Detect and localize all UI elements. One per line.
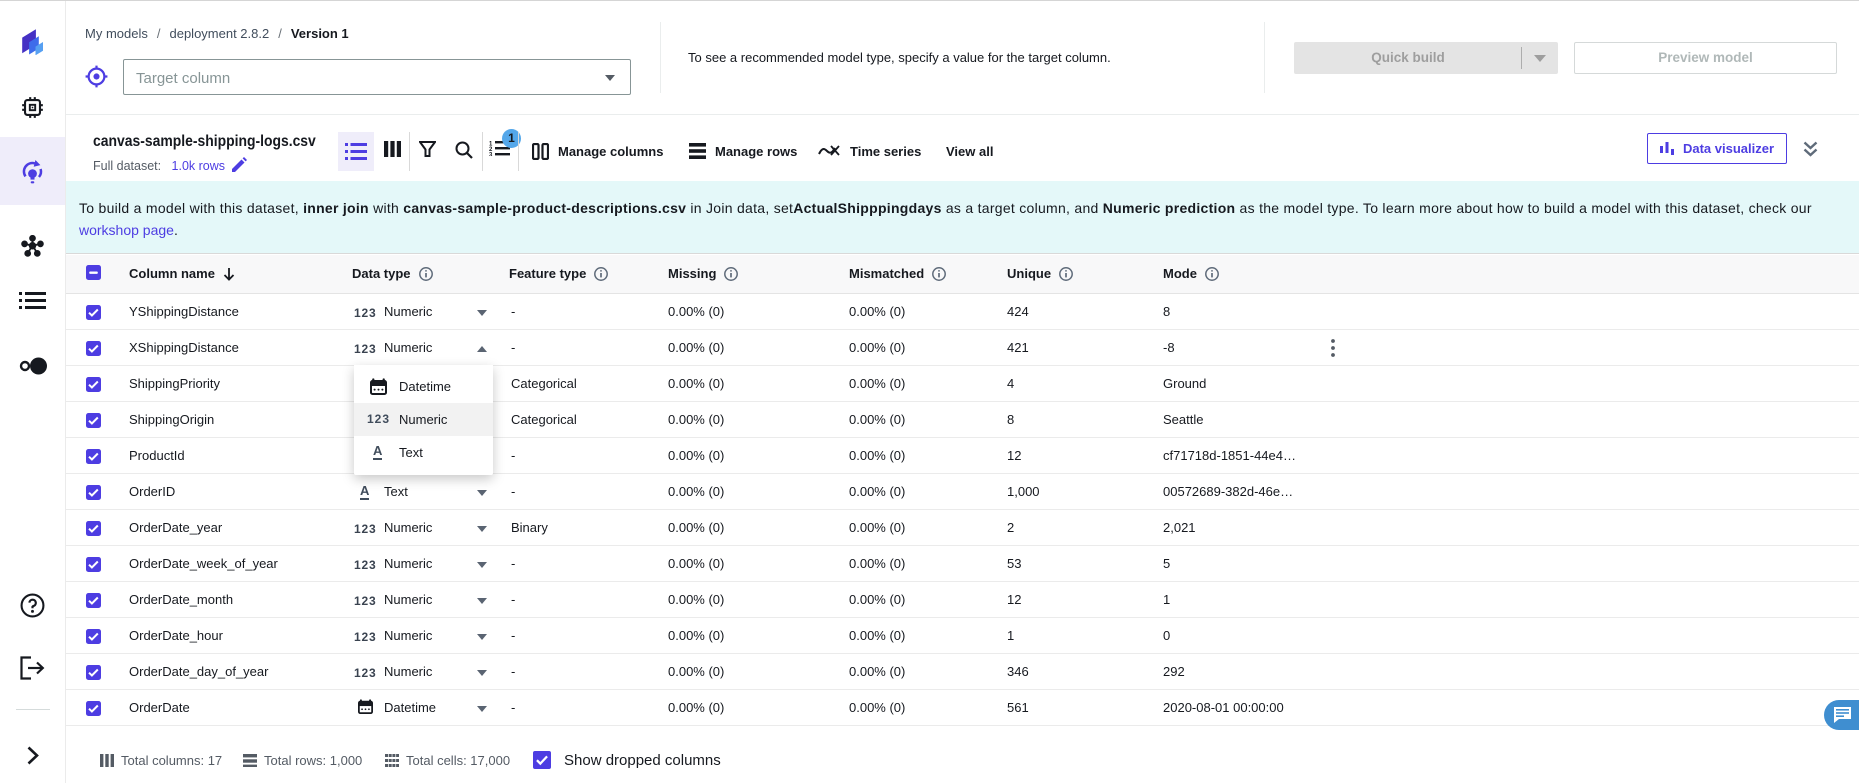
svg-text:3: 3 (489, 153, 493, 157)
